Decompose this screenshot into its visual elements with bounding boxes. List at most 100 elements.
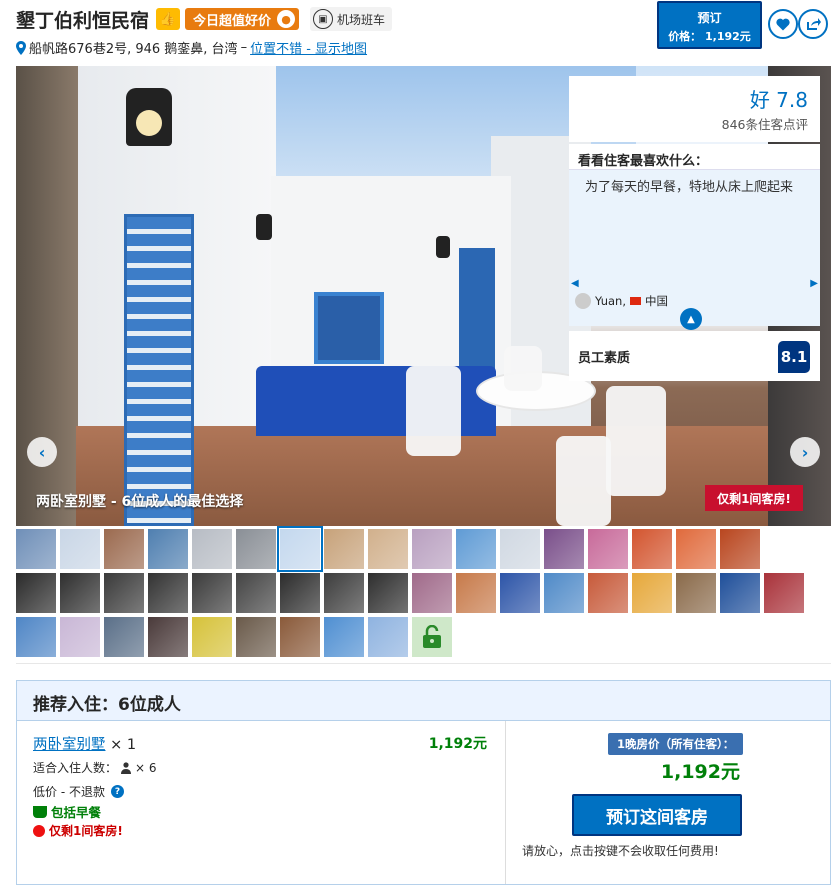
book-now-button[interactable]: 预订 价格： 1,192元 (657, 1, 762, 49)
shuttle-bus-icon: ▣ (313, 9, 334, 29)
reserve-room-button[interactable]: 预订这间客房 (572, 794, 742, 836)
show-map-link[interactable]: 位置不错 - 显示地图 (250, 38, 367, 57)
photo-thumbnail[interactable] (456, 529, 496, 569)
refund-policy: 低价 - 不退款 (33, 785, 105, 799)
occupancy-row: 适合入住人数： × 6 (33, 759, 157, 776)
photo-caption: 两卧室别墅 - 6位成人的最佳选择 (36, 494, 244, 510)
photo-thumbnail[interactable] (676, 529, 716, 569)
scarcity-tag: 仅剩1间客房! (705, 485, 803, 511)
room-name-link[interactable]: 两卧室别墅 (33, 737, 106, 753)
thumbs-up-icon[interactable]: 👍 (156, 8, 181, 30)
review-quote: 为了每天的早餐，特地从床上爬起来 (585, 180, 794, 195)
photo-thumbnail[interactable] (104, 617, 144, 657)
review-count: 846条住客点评 (721, 117, 808, 132)
photo-thumbnail[interactable] (588, 573, 628, 613)
unlock-icon (423, 625, 441, 648)
photo-thumbnail[interactable] (500, 573, 540, 613)
photo-thumbnail[interactable] (277, 526, 323, 572)
photo-thumbnail[interactable] (368, 529, 408, 569)
address-text: 船帆路676巷2号, 946 鹅銮鼻, 台湾 (29, 42, 238, 57)
room-quantity: × 1 (110, 737, 137, 753)
coffee-cup-icon (33, 805, 47, 818)
photo-thumbnail[interactable] (60, 617, 100, 657)
photo-thumbnail[interactable] (324, 617, 364, 657)
room-price: 1,192元 (428, 736, 487, 752)
occupancy-label: 适合入住人数： (33, 761, 118, 775)
room-details: 两卧室别墅 × 1 1,192元 适合入住人数： × 6 低价 - 不退款 ? … (17, 721, 505, 884)
photo-thumbnail[interactable] (632, 573, 672, 613)
photo-thumbnail[interactable] (280, 617, 320, 657)
photo-thumbnail[interactable] (368, 617, 408, 657)
refund-row: 低价 - 不退款 ? (33, 783, 124, 800)
photo-thumbnail[interactable] (16, 617, 56, 657)
main-photo[interactable]: 两卧室别墅 - 6位成人的最佳选择 仅剩1间客房! ‹ › 好 7.8 846条… (16, 66, 831, 526)
author-name: Yuan, (595, 294, 626, 308)
deal-badge[interactable]: 今日超值好价 ● (185, 8, 300, 30)
collapse-review-button[interactable]: ▲ (680, 308, 702, 330)
next-photo-button[interactable]: › (790, 437, 820, 467)
photo-thumbnail[interactable] (720, 529, 760, 569)
photo-thumbnail[interactable] (16, 529, 56, 569)
help-icon[interactable]: ? (110, 785, 124, 798)
breakfast-row: 包括早餐 (33, 802, 101, 821)
person-icon (121, 761, 132, 774)
panel-heading: 推荐入住：6位成人 (17, 681, 830, 721)
photo-thumbnail[interactable] (148, 573, 188, 613)
photo-thumbnail[interactable] (544, 573, 584, 613)
photo-thumbnail[interactable] (720, 573, 760, 613)
photo-thumbnail[interactable] (324, 529, 364, 569)
heart-icon (776, 18, 790, 30)
photo-thumbnail[interactable] (412, 573, 452, 613)
more-photos-lock-button[interactable] (412, 617, 452, 657)
photo-thumbnail[interactable] (148, 617, 188, 657)
photo-thumbnail[interactable] (544, 529, 584, 569)
photo-thumbnail[interactable] (104, 529, 144, 569)
author-country: 中国 (645, 294, 668, 308)
photo-thumbnail[interactable] (192, 529, 232, 569)
night-price-label: 1晚房价（所有住客）： (608, 733, 744, 755)
photo-thumbnail[interactable] (236, 617, 276, 657)
photo-thumbnail[interactable] (60, 529, 100, 569)
photo-thumbnail[interactable] (324, 573, 364, 613)
room-scarcity: 仅剩1间客房! (49, 824, 123, 838)
save-heart-button[interactable] (768, 9, 798, 39)
prev-review-icon[interactable]: ◀ (571, 278, 579, 289)
deal-label: 今日超值好价 (193, 13, 272, 29)
photo-thumbnail[interactable] (236, 529, 276, 569)
map-pin-icon (16, 40, 26, 55)
photo-thumbnail[interactable] (632, 529, 672, 569)
photo-thumbnail[interactable] (764, 573, 804, 613)
staff-rating: 员工素质 8.1 (569, 331, 820, 381)
prev-photo-button[interactable]: ‹ (27, 437, 57, 467)
photo-thumbnail[interactable] (192, 573, 232, 613)
photo-thumbnail[interactable] (588, 529, 628, 569)
total-price: 1,192元 (660, 761, 740, 783)
share-button[interactable] (798, 9, 828, 39)
photo-thumbnail[interactable] (412, 529, 452, 569)
photo-thumbnail[interactable] (456, 573, 496, 613)
chevron-right-icon: › (801, 442, 809, 462)
photo-thumbnail[interactable] (368, 573, 408, 613)
hotel-name: 墾丁伯利恒民宿 (16, 9, 150, 32)
review-score-card[interactable]: 好 7.8 846条住客点评 (569, 76, 820, 142)
photo-thumbnail[interactable] (236, 573, 276, 613)
photo-thumbnail[interactable] (676, 573, 716, 613)
photo-thumbnail[interactable] (104, 573, 144, 613)
shuttle-label: 机场班车 (337, 12, 386, 27)
photo-thumbnail[interactable] (148, 529, 188, 569)
room-booking: 1晚房价（所有住客）： 1,192元 预订这间客房 请放心，点击按键不会收取任何… (505, 721, 830, 884)
staff-score: 8.1 (778, 341, 810, 373)
photo-thumbnail[interactable] (280, 573, 320, 613)
address-separator: – (240, 40, 248, 55)
avatar-icon (575, 293, 591, 309)
airport-shuttle-badge: ▣ 机场班车 (310, 7, 393, 31)
chevron-up-icon: ▲ (687, 313, 695, 325)
photo-thumbnail[interactable] (192, 617, 232, 657)
photo-thumbnail[interactable] (60, 573, 100, 613)
property-header: 墾丁伯利恒民宿 👍 今日超值好价 ● ▣ 机场班车 船帆路676巷2号, 946… (16, 6, 656, 58)
china-flag-icon (630, 297, 641, 305)
next-review-icon[interactable]: ▶ (810, 278, 818, 289)
photo-thumbnail[interactable] (500, 529, 540, 569)
recommended-room-panel: 推荐入住：6位成人 两卧室别墅 × 1 1,192元 适合入住人数： × 6 低… (16, 680, 831, 885)
photo-thumbnail[interactable] (16, 573, 56, 613)
